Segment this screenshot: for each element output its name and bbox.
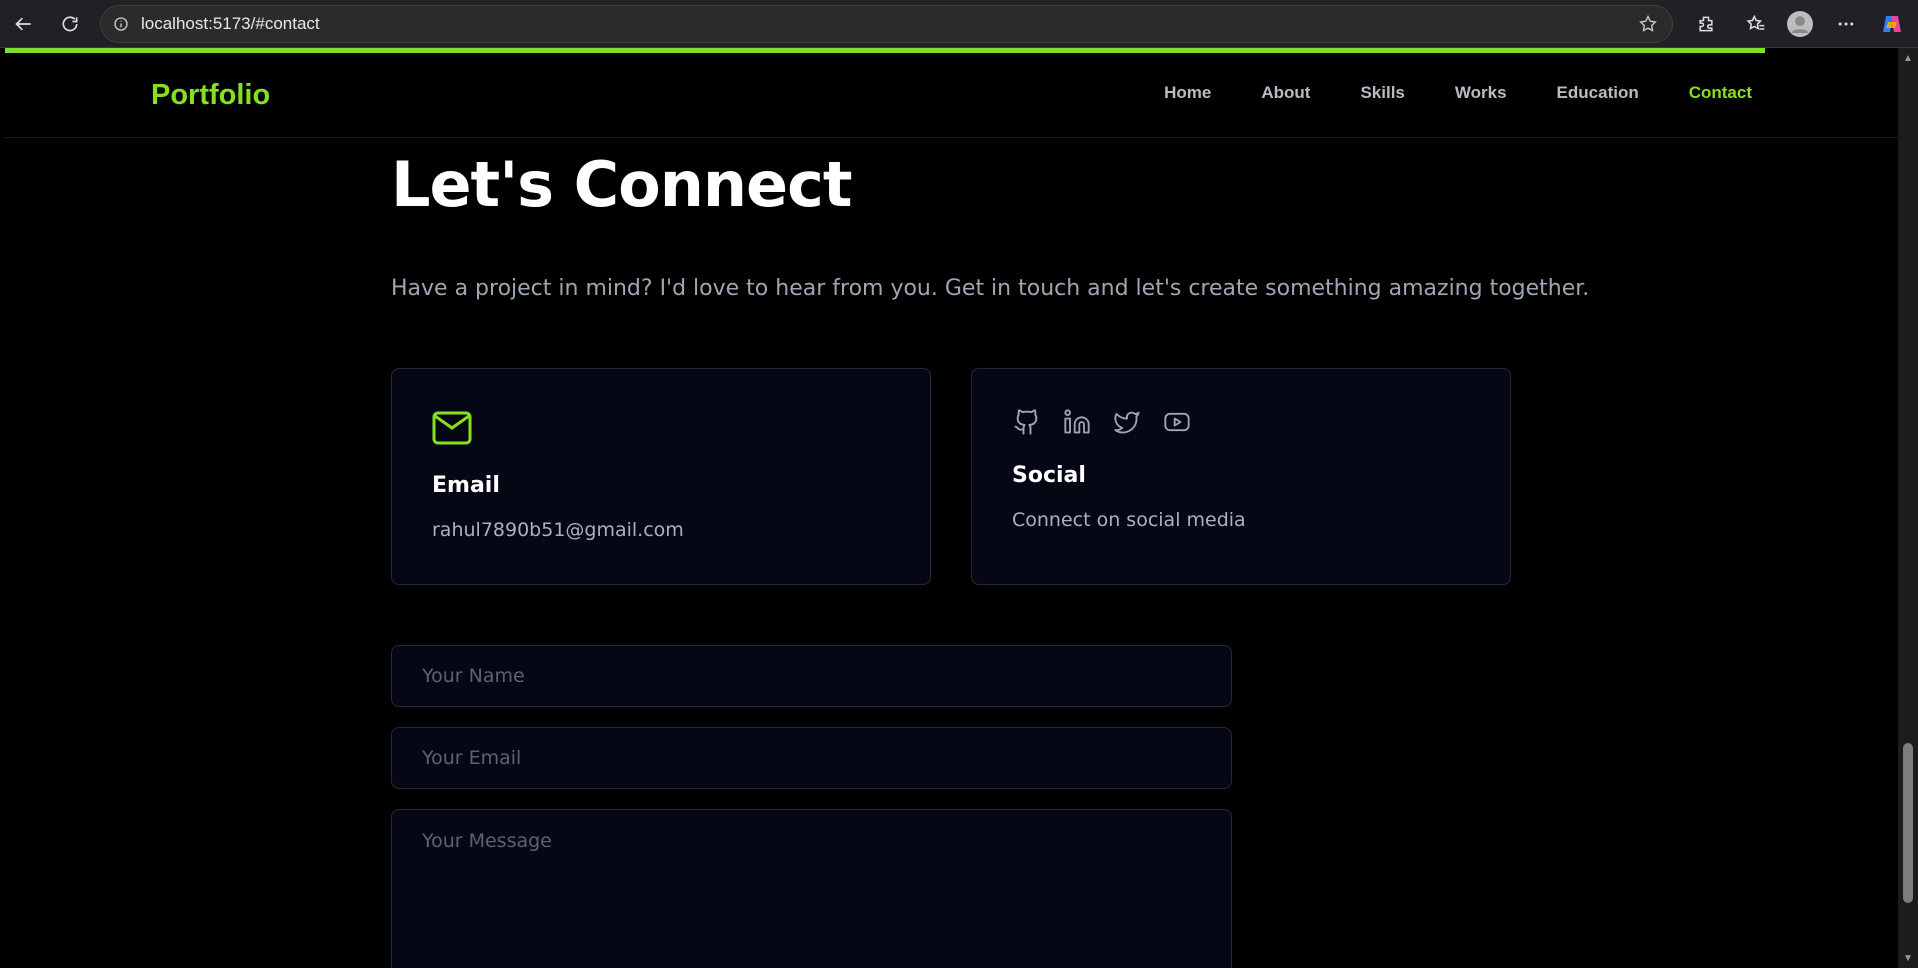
nav-link-about[interactable]: About: [1261, 83, 1310, 103]
email-card-title: Email: [432, 473, 500, 498]
page-viewport: Portfolio Home About Skills Works Education C…: [5, 48, 1898, 968]
social-card-text: Connect on social media: [1012, 509, 1246, 531]
social-card-title: Social: [1012, 463, 1086, 488]
favorites-icon[interactable]: [1740, 8, 1772, 40]
page-subtitle: Have a project in mind? I'd love to hear…: [391, 276, 1590, 301]
scrollbar-thumb[interactable]: [1903, 743, 1913, 903]
nav-link-contact[interactable]: Contact: [1689, 83, 1752, 103]
linkedin-icon[interactable]: [1062, 407, 1092, 437]
copilot-icon[interactable]: [1876, 8, 1908, 40]
twitter-icon[interactable]: [1112, 407, 1142, 437]
github-icon[interactable]: [1012, 407, 1042, 437]
browser-toolbar: localhost:5173/#contact: [0, 0, 1918, 48]
nav-link-education[interactable]: Education: [1557, 83, 1639, 103]
nav-link-skills[interactable]: Skills: [1360, 83, 1404, 103]
site-info-icon[interactable]: [101, 16, 141, 32]
social-card: Social Connect on social media: [971, 368, 1511, 585]
nav-link-works[interactable]: Works: [1455, 83, 1507, 103]
profile-avatar-icon[interactable]: [1784, 8, 1816, 40]
site-header: Portfolio Home About Skills Works Education C…: [5, 53, 1898, 138]
email-address[interactable]: rahul7890b51@gmail.com: [432, 519, 684, 541]
scroll-up-arrow-icon[interactable]: ▲: [1898, 48, 1918, 68]
scroll-down-arrow-icon[interactable]: ▼: [1898, 948, 1918, 968]
favorite-star-icon[interactable]: [1638, 14, 1658, 39]
address-bar[interactable]: localhost:5173/#contact: [100, 5, 1673, 43]
name-input[interactable]: [391, 645, 1232, 707]
mail-icon: [432, 411, 472, 450]
extensions-icon[interactable]: [1690, 8, 1722, 40]
more-options-icon[interactable]: [1830, 8, 1862, 40]
main-nav: Home About Skills Works Education Contact: [1164, 83, 1752, 103]
nav-link-home[interactable]: Home: [1164, 83, 1211, 103]
page-scrollbar[interactable]: ▲ ▼: [1898, 48, 1918, 968]
page-title: Let's Connect: [391, 148, 852, 221]
email-input[interactable]: [391, 727, 1232, 789]
youtube-icon[interactable]: [1162, 407, 1192, 437]
back-icon[interactable]: [10, 10, 38, 38]
site-logo[interactable]: Portfolio: [151, 79, 270, 112]
email-card[interactable]: Email rahul7890b51@gmail.com: [391, 368, 931, 585]
message-textarea[interactable]: [391, 809, 1232, 968]
reload-icon[interactable]: [56, 10, 84, 38]
url-text: localhost:5173/#contact: [141, 14, 320, 33]
